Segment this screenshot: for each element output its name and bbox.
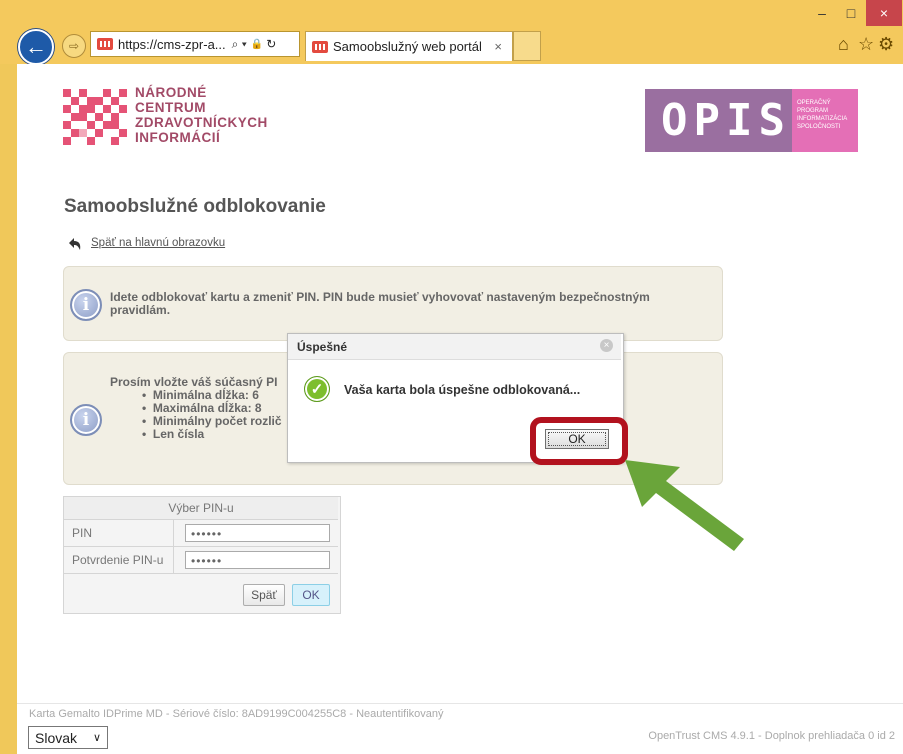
back-button[interactable]: ← [18,29,54,65]
pin-rules-text: Prosím vložte váš súčasný PI • Minimálna… [110,375,282,441]
pin-confirm-row: Potvrdenie PIN-u •••••• [64,547,338,574]
tab-favicon-icon [312,40,328,53]
pin-confirm-label: Potvrdenie PIN-u [64,547,174,573]
green-arrow-icon [625,460,744,551]
new-tab-button[interactable] [513,31,541,61]
pin-form-header: Výber PIN-u [64,497,338,520]
tab-close-icon[interactable]: × [494,39,502,54]
opis-logo: OPIS OPERAČNÝ PROGRAM INFORMATIZÁCIA SPO… [645,89,858,152]
chevron-down-icon: ∨ [92,732,101,744]
back-to-main-link[interactable]: Späť na hlavnú obrazovku [65,234,225,252]
search-dropdown-icon[interactable]: ⌕ ▾ [232,37,247,52]
nczi-logo-text: NÁRODNÉ CENTRUM ZDRAVOTNÍCKYCH INFORMÁCI… [135,85,268,145]
address-bar[interactable]: https://cms-zpr-a... ⌕ ▾ 🔒 ↻ [90,31,300,57]
info-icon: i [70,404,102,436]
pin-input[interactable]: •••••• [185,524,330,542]
close-window-button[interactable]: × [866,0,902,26]
dialog-ok-button[interactable]: OK [545,429,609,449]
success-check-icon: ✓ [304,376,330,402]
pin-label: PIN [64,520,174,546]
maximize-button[interactable]: □ [838,0,864,26]
refresh-icon[interactable]: ↻ [266,37,276,51]
language-select[interactable]: Slovak ∨ [28,726,108,749]
back-curve-arrow-icon [69,238,81,250]
back-link-label: Späť na hlavnú obrazovku [91,237,226,249]
ok-button-form[interactable]: OK [292,584,330,606]
pin-confirm-input[interactable]: •••••• [185,551,330,569]
tab-title: Samoobslužný web portál [333,39,482,54]
settings-gear-icon[interactable]: ⚙ [878,34,894,55]
pin-selection-form: Výber PIN-u PIN •••••• Potvrdenie PIN-u … [63,496,341,614]
page-title: Samoobslužné odblokovanie [64,196,326,217]
favorites-star-icon[interactable]: ☆ [858,34,874,55]
language-value: Slovak [35,729,78,746]
info-box-unblock: i Idete odblokovať kartu a zmeniť PIN. P… [63,266,723,341]
nczi-logo-icon [63,89,127,145]
back-button-form[interactable]: Späť [243,584,285,606]
dialog-message: Vaša karta bola úspešne odblokovaná... [344,383,581,397]
pin-row: PIN •••••• [64,520,338,547]
card-info-text: Karta Gemalto IDPrime MD - Sériové číslo… [29,708,444,720]
back-arrow-icon: ← [25,34,47,59]
forward-button[interactable]: ⇨ [62,34,86,58]
forward-arrow-icon: ⇨ [68,39,80,53]
dialog-title: Úspešné [297,340,348,354]
tab-samoobsluzny[interactable]: Samoobslužný web portál × [305,31,513,61]
home-icon[interactable]: ⌂ [838,34,849,55]
site-favicon-icon [97,38,113,50]
lock-icon: 🔒 [250,38,264,50]
dialog-close-icon[interactable]: × [600,339,613,352]
info-icon: i [70,289,102,321]
address-text: https://cms-zpr-a... [118,36,226,52]
dialog-header: Úspešné × [288,334,621,360]
info-text: Idete odblokovať kartu a zmeniť PIN. PIN… [110,290,650,317]
minimize-button[interactable]: – [808,0,836,26]
version-text: OpenTrust CMS 4.9.1 - Doplnok prehliadač… [648,730,895,742]
status-bar: Karta Gemalto IDPrime MD - Sériové číslo… [17,703,903,754]
